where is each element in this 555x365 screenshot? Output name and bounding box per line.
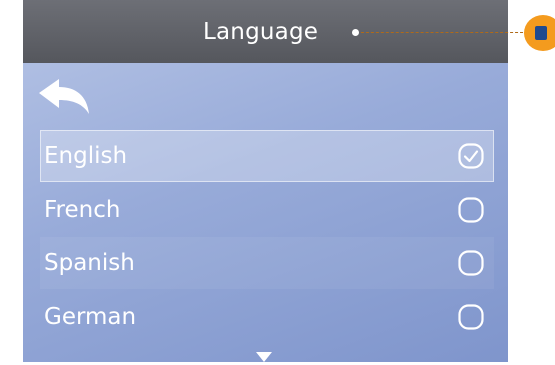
- language-label: Spanish: [44, 250, 135, 276]
- back-arrow-icon: [39, 79, 89, 114]
- back-button[interactable]: [37, 76, 91, 116]
- callout-dot: [352, 29, 359, 36]
- empty-circle-icon: [458, 196, 484, 223]
- language-screen: Language English French Spanish German: [23, 0, 508, 362]
- language-item-spanish[interactable]: Spanish: [40, 237, 494, 289]
- language-label: German: [44, 303, 137, 330]
- language-item-english[interactable]: English: [40, 130, 494, 182]
- empty-circle-icon: [458, 303, 484, 330]
- callout-badge: [524, 15, 555, 51]
- page-title: Language: [203, 19, 319, 45]
- empty-circle-icon: [458, 250, 484, 276]
- language-label: English: [44, 143, 128, 169]
- language-item-german[interactable]: German: [40, 291, 494, 343]
- checked-circle-icon: [458, 143, 484, 169]
- scroll-down-button[interactable]: [253, 348, 275, 362]
- callout-line: [356, 32, 528, 33]
- scroll-down-triangle-icon: [256, 352, 272, 362]
- language-label: French: [44, 196, 121, 223]
- language-item-french[interactable]: French: [40, 184, 494, 236]
- callout-marker-icon: [535, 26, 547, 40]
- language-list: English French Spanish German: [40, 130, 494, 344]
